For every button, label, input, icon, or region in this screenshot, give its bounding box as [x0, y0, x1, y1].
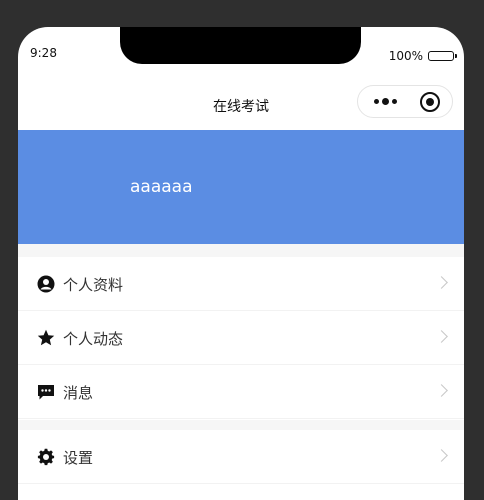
- menu-group-secondary: 设置: [18, 430, 464, 484]
- message-icon: [38, 385, 54, 400]
- menu-label: 个人资料: [63, 276, 124, 294]
- menu-item-profile[interactable]: 个人资料: [18, 257, 464, 311]
- chevron-right-icon: [435, 330, 448, 343]
- battery-percent: 100%: [388, 49, 423, 63]
- mini-program-capsule: [357, 85, 453, 118]
- status-time: 9:28: [30, 46, 57, 60]
- chevron-right-icon: [435, 449, 448, 462]
- menu-label: 设置: [63, 449, 94, 467]
- battery-icon: [428, 51, 457, 61]
- phone-frame: 9:28 100% 在线考试 aaaaaa 个人资料 个人动态 消息 设置: [18, 27, 464, 500]
- close-target-icon[interactable]: [420, 92, 440, 112]
- username: aaaaaa: [130, 177, 193, 197]
- menu-item-activity[interactable]: 个人动态: [18, 311, 464, 365]
- status-battery: 100%: [388, 49, 457, 63]
- device-notch: [120, 27, 361, 64]
- menu-item-messages[interactable]: 消息: [18, 365, 464, 419]
- gear-icon: [37, 448, 55, 466]
- section-divider: [18, 420, 464, 430]
- nav-bar: 在线考试: [18, 84, 464, 130]
- user-circle-icon: [37, 275, 55, 293]
- menu-group-primary: 个人资料 个人动态 消息: [18, 257, 464, 419]
- section-divider: [18, 244, 464, 257]
- menu-label: 消息: [63, 384, 94, 402]
- more-icon[interactable]: [370, 86, 400, 117]
- chevron-right-icon: [435, 384, 448, 397]
- menu-label: 个人动态: [63, 330, 124, 348]
- chevron-right-icon: [435, 276, 448, 289]
- menu-item-settings[interactable]: 设置: [18, 430, 464, 484]
- profile-header: aaaaaa: [18, 130, 464, 244]
- star-icon: [37, 329, 55, 346]
